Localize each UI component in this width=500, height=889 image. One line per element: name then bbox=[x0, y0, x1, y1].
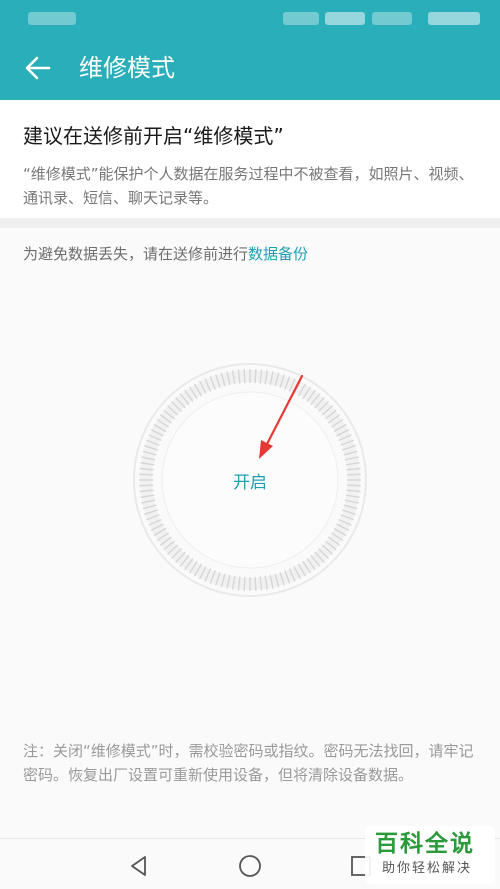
page-title: 维修模式 bbox=[79, 54, 175, 82]
status-carrier-blur bbox=[28, 12, 76, 25]
arrow-left-icon bbox=[25, 56, 51, 80]
data-backup-link[interactable]: 数据备份 bbox=[248, 245, 308, 263]
dial-tick bbox=[139, 484, 154, 487]
dial-tick bbox=[346, 473, 361, 476]
nav-home-button[interactable] bbox=[233, 849, 267, 883]
dial-tick bbox=[254, 369, 257, 384]
backup-hint: 为避免数据丢失，请在送修前进行数据备份 bbox=[23, 242, 308, 266]
watermark-brand: 百科全说 bbox=[375, 831, 475, 857]
watermark: 百科全说 助你轻松解决 bbox=[365, 826, 495, 884]
status-time-blur bbox=[428, 12, 480, 25]
maintenance-dial: 开启 bbox=[132, 362, 368, 598]
backup-hint-text: 为避免数据丢失，请在送修前进行 bbox=[23, 245, 249, 263]
intro-description: “维修模式”能保护个人数据在服务过程中不被查看，如照片、视频、通讯录、短信、聊天… bbox=[23, 165, 474, 207]
dial-tick bbox=[243, 576, 246, 591]
intro-title: 建议在送修前开启“维修模式” bbox=[23, 124, 284, 148]
back-button[interactable] bbox=[16, 46, 60, 90]
status-icons-blur bbox=[283, 12, 319, 25]
dial-tick bbox=[139, 473, 154, 476]
dial-tick bbox=[346, 484, 361, 487]
dial-tick bbox=[254, 576, 257, 591]
intro-card: 建议在送修前开启“维修模式” “维修模式”能保护个人数据在服务过程中不被查看，如… bbox=[0, 100, 500, 218]
status-icons-blur bbox=[325, 12, 365, 25]
status-bar bbox=[0, 0, 500, 36]
section-divider bbox=[0, 218, 500, 228]
dial-tick bbox=[243, 369, 246, 384]
triangle-back-icon bbox=[131, 856, 146, 876]
status-icons-blur bbox=[372, 12, 412, 25]
nav-back-button[interactable] bbox=[122, 849, 156, 883]
enable-label: 开启 bbox=[233, 472, 267, 493]
enable-button[interactable]: 开启 bbox=[195, 425, 305, 535]
watermark-slogan: 助你轻松解决 bbox=[382, 861, 473, 876]
app-bar: 维修模式 bbox=[0, 0, 500, 100]
circle-home-icon bbox=[239, 855, 261, 877]
footnote: 注：关闭“维修模式”时，需校验密码或指纹。密码无法找回，请牢记密码。恢复出厂设置… bbox=[23, 742, 474, 784]
